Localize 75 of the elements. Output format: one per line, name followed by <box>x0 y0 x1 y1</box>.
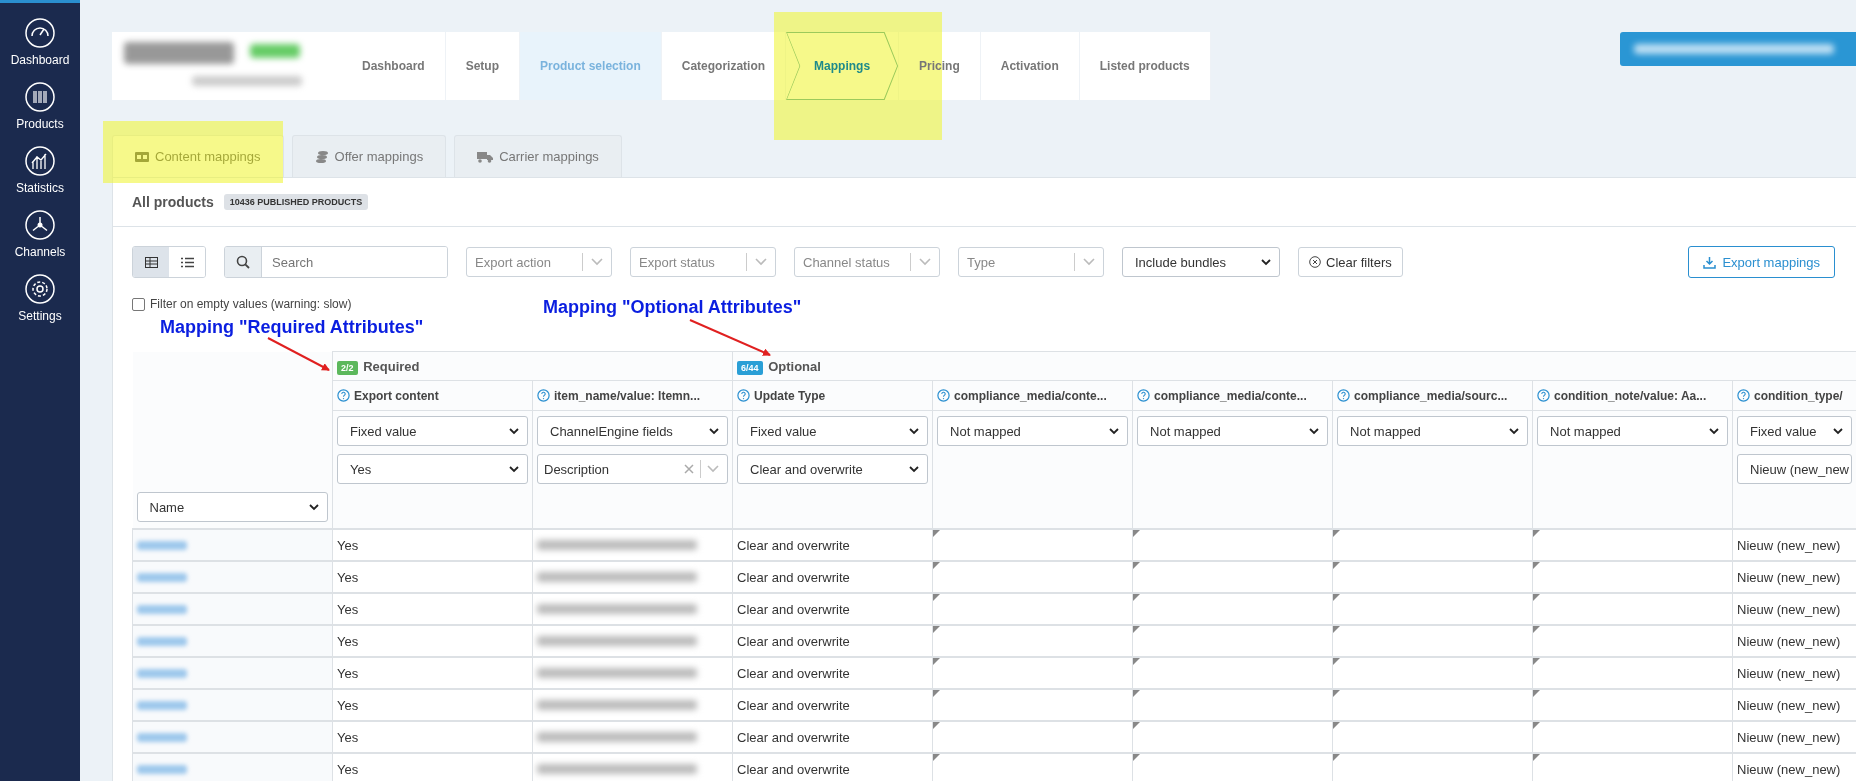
table-cell: Yes <box>337 537 359 553</box>
table-cell: Nieuw (new_new) <box>1737 697 1841 713</box>
annotation-text: Mapping "Optional Attributes" <box>543 297 802 318</box>
mapping-select[interactable]: Not mapped <box>1537 416 1728 446</box>
table-cell: Yes <box>337 601 359 617</box>
name-select[interactable]: Name <box>136 492 328 522</box>
checkbox-label: Filter on empty values (warning: slow) <box>150 297 352 311</box>
sidebar-item[interactable]: Channels <box>14 209 66 259</box>
table-cell: Nieuw (new_new) <box>1737 633 1841 649</box>
column-header: compliance_media/sourc... <box>1354 388 1508 403</box>
table-cell: Yes <box>337 697 359 713</box>
clear-filters-button[interactable]: Clear filters <box>1298 247 1403 277</box>
tab[interactable]: Offer mappings <box>291 135 447 177</box>
column-header: Update Type <box>754 388 826 403</box>
table-cell: Clear and overwrite <box>737 569 850 585</box>
count-badge: 10436 PUBLISHED PRODUCTS <box>223 194 369 210</box>
mapping-select[interactable]: Yes <box>337 454 528 484</box>
table-cell: Clear and overwrite <box>737 697 850 713</box>
step-link[interactable]: Mappings <box>786 32 900 100</box>
mapping-select[interactable]: Not mapped <box>937 416 1128 446</box>
export-mappings-button[interactable]: Export mappings <box>1688 246 1835 278</box>
column-header: Export content <box>354 388 439 403</box>
step-link[interactable]: Dashboard <box>342 32 446 100</box>
count-badge: 2/2 <box>337 360 358 375</box>
table-cell: Clear and overwrite <box>737 633 850 649</box>
group-label: Optional <box>768 358 821 374</box>
filter-dropdown[interactable]: Export action <box>466 247 612 277</box>
mapping-select[interactable]: Fixed value <box>737 416 928 446</box>
mapping-select[interactable]: Not mapped <box>1337 416 1528 446</box>
section-title: All products <box>132 194 214 210</box>
step-link[interactable]: Activation <box>980 32 1080 100</box>
sidebar-item[interactable]: Statistics <box>16 145 64 195</box>
column-header: condition_type/ <box>1754 388 1843 403</box>
table-cell: Clear and overwrite <box>737 729 850 745</box>
annotation-text: Mapping "Required Attributes" <box>160 317 424 338</box>
table-cell: Nieuw (new_new) <box>1737 537 1841 553</box>
table-cell: Clear and overwrite <box>737 761 850 777</box>
table-cell: Yes <box>337 569 359 585</box>
table-cell: Yes <box>337 665 359 681</box>
table-cell: Nieuw (new_new) <box>1737 761 1841 777</box>
group-label: Required <box>363 358 420 374</box>
table-cell: Nieuw (new_new) <box>1737 601 1841 617</box>
table-cell: Clear and overwrite <box>737 665 850 681</box>
mapping-select[interactable]: ChannelEngine fields <box>537 416 728 446</box>
mapping-select[interactable]: Description <box>537 454 728 484</box>
table-cell: Nieuw (new_new) <box>1737 665 1841 681</box>
table-cell: Nieuw (new_new) <box>1737 729 1841 745</box>
filter-dropdown[interactable]: Type <box>958 247 1104 277</box>
filter-dropdown[interactable]: Export status <box>630 247 776 277</box>
filter-dropdown[interactable]: Channel status <box>794 247 940 277</box>
sidebar-item[interactable]: Settings <box>18 273 62 323</box>
mapping-select[interactable]: Clear and overwrite <box>737 454 928 484</box>
table-cell: Yes <box>337 761 359 777</box>
bundles-select[interactable]: Include bundles <box>1122 247 1280 277</box>
mapping-select[interactable]: Fixed value <box>337 416 528 446</box>
tab[interactable]: Carrier mappings <box>454 135 622 177</box>
sidebar-item[interactable]: Products <box>16 81 64 131</box>
column-header: compliance_media/conte... <box>954 388 1107 403</box>
table-cell: Nieuw (new_new) <box>1737 569 1841 585</box>
table-cell: Clear and overwrite <box>737 601 850 617</box>
step-link[interactable]: Setup <box>445 32 521 100</box>
mapping-select[interactable]: Not mapped <box>1137 416 1328 446</box>
step-link[interactable]: Listed products <box>1079 32 1211 100</box>
column-header: compliance_media/conte... <box>1154 388 1307 403</box>
column-header: item_name/value: Itemn... <box>554 388 701 403</box>
table-cell: Yes <box>337 633 359 649</box>
count-badge: 6/44 <box>737 360 763 375</box>
column-header: condition_note/value: Aa... <box>1554 388 1707 403</box>
mapping-select[interactable]: Nieuw (new_new <box>1737 454 1853 484</box>
table-cell: Yes <box>337 729 359 745</box>
search-field[interactable]: Search <box>224 246 448 278</box>
sidebar-item[interactable]: Dashboard <box>10 17 70 67</box>
step-link[interactable]: Categorization <box>661 32 787 100</box>
mapping-select[interactable]: Fixed value <box>1737 416 1853 446</box>
table-cell: Clear and overwrite <box>737 537 850 553</box>
